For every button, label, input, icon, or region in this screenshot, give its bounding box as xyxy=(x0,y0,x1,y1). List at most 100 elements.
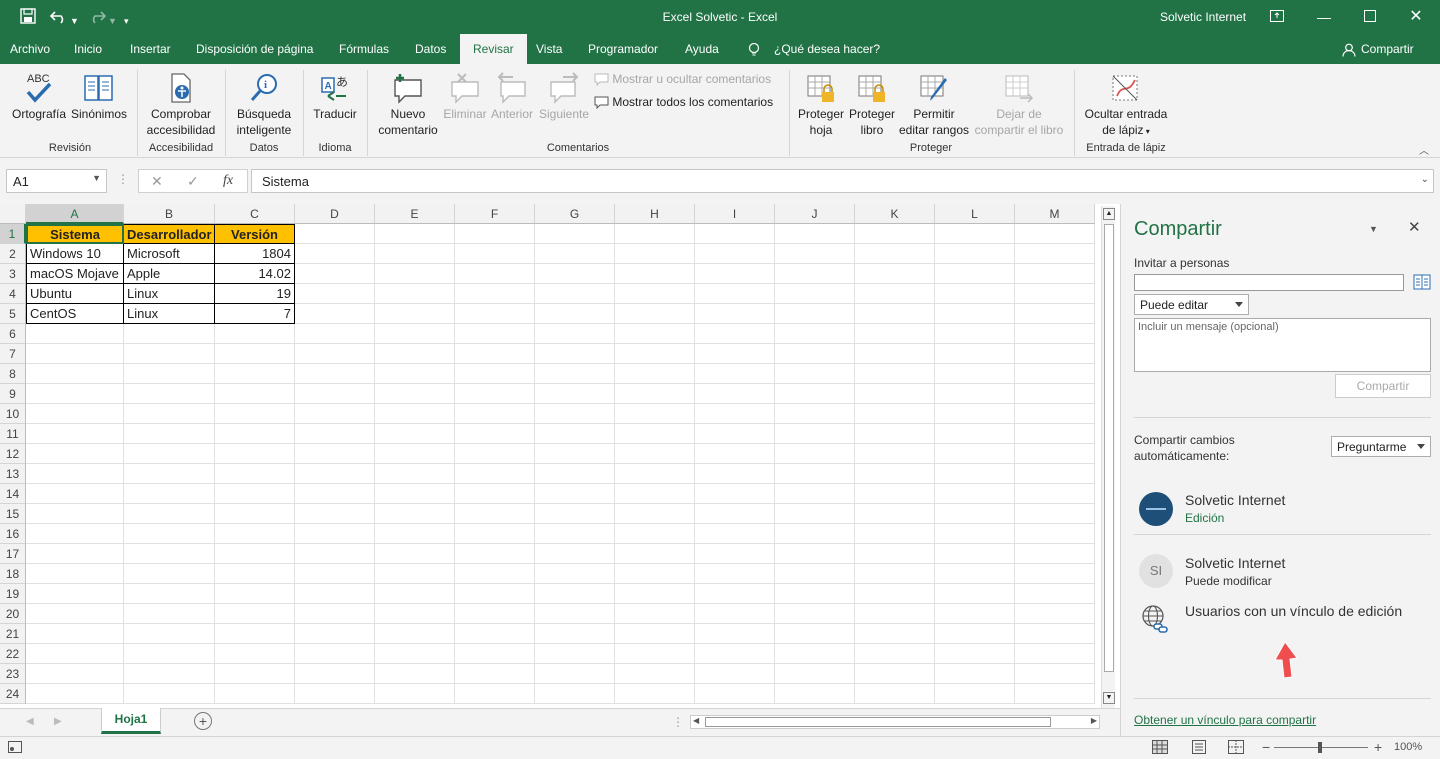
cell[interactable] xyxy=(295,624,375,644)
cell[interactable] xyxy=(375,544,455,564)
cell[interactable] xyxy=(215,344,295,364)
cell[interactable] xyxy=(455,604,535,624)
cell[interactable]: macOS Mojave xyxy=(26,264,124,284)
cell[interactable] xyxy=(215,684,295,704)
delete-comment-button[interactable]: Eliminar xyxy=(442,72,488,122)
cell[interactable] xyxy=(855,304,935,324)
cell[interactable] xyxy=(375,584,455,604)
cell[interactable] xyxy=(295,684,375,704)
tab-split-icon[interactable]: ⋮ xyxy=(672,715,684,729)
cell[interactable] xyxy=(935,544,1015,564)
row-header[interactable]: 11 xyxy=(0,424,26,444)
cell[interactable] xyxy=(935,324,1015,344)
cell[interactable]: Microsoft xyxy=(124,244,215,264)
tab-archivo[interactable]: Archivo xyxy=(10,34,50,64)
cell[interactable] xyxy=(855,684,935,704)
cell[interactable] xyxy=(535,284,615,304)
cell[interactable] xyxy=(215,484,295,504)
cell[interactable]: 14.02 xyxy=(215,264,295,284)
column-header[interactable]: D xyxy=(295,204,375,224)
cell[interactable] xyxy=(695,304,775,324)
cell[interactable] xyxy=(1015,284,1095,304)
cell[interactable] xyxy=(375,284,455,304)
cell[interactable] xyxy=(775,584,855,604)
cell[interactable] xyxy=(695,504,775,524)
tab-vista[interactable]: Vista xyxy=(536,34,562,64)
owner-name[interactable]: Solvetic Internet xyxy=(1185,492,1285,508)
next-comment-button[interactable]: Siguiente xyxy=(536,72,592,122)
cell[interactable] xyxy=(215,504,295,524)
protect-sheet-button[interactable]: Proteger hoja xyxy=(794,72,848,138)
column-header[interactable]: B xyxy=(124,204,215,224)
cell[interactable] xyxy=(535,664,615,684)
cell[interactable] xyxy=(695,244,775,264)
cell[interactable] xyxy=(775,684,855,704)
tab-disposicion[interactable]: Disposición de página xyxy=(196,34,313,64)
cell[interactable] xyxy=(375,564,455,584)
cancel-entry-icon[interactable]: ✕ xyxy=(151,173,163,190)
column-header[interactable]: C xyxy=(215,204,295,224)
cell[interactable] xyxy=(535,224,615,244)
cell[interactable] xyxy=(1015,324,1095,344)
cell[interactable] xyxy=(455,404,535,424)
cell[interactable] xyxy=(124,504,215,524)
cell[interactable] xyxy=(535,684,615,704)
cell[interactable] xyxy=(375,664,455,684)
confirm-entry-icon[interactable]: ✓ xyxy=(187,173,199,190)
cell[interactable] xyxy=(215,384,295,404)
cell[interactable] xyxy=(455,304,535,324)
cell[interactable] xyxy=(615,244,695,264)
cell[interactable] xyxy=(935,344,1015,364)
cell[interactable] xyxy=(26,324,124,344)
cell[interactable] xyxy=(124,684,215,704)
cell[interactable] xyxy=(615,644,695,664)
cell[interactable] xyxy=(855,264,935,284)
name-box[interactable]: A1 ▼ xyxy=(6,169,107,193)
cell[interactable] xyxy=(935,464,1015,484)
cell[interactable] xyxy=(855,424,935,444)
user-name[interactable]: Solvetic Internet xyxy=(1160,10,1246,24)
cell[interactable] xyxy=(1015,364,1095,384)
pane-close-icon[interactable]: ✕ xyxy=(1408,218,1421,236)
column-header[interactable]: L xyxy=(935,204,1015,224)
cell[interactable] xyxy=(775,504,855,524)
macro-record-icon[interactable] xyxy=(8,741,22,756)
cell[interactable] xyxy=(375,604,455,624)
tab-revisar[interactable]: Revisar xyxy=(460,34,527,64)
cell[interactable] xyxy=(695,284,775,304)
cell[interactable] xyxy=(615,464,695,484)
cell[interactable] xyxy=(615,524,695,544)
new-comment-button[interactable]: Nuevo comentario xyxy=(372,72,444,138)
cell[interactable] xyxy=(535,264,615,284)
cell[interactable] xyxy=(855,664,935,684)
cell[interactable] xyxy=(855,364,935,384)
cell[interactable] xyxy=(1015,464,1095,484)
cell[interactable] xyxy=(935,404,1015,424)
cell[interactable] xyxy=(26,624,124,644)
cell[interactable] xyxy=(855,244,935,264)
cell[interactable] xyxy=(535,464,615,484)
cell[interactable] xyxy=(695,524,775,544)
cell[interactable] xyxy=(455,664,535,684)
cell[interactable]: CentOS xyxy=(26,304,124,324)
cell[interactable] xyxy=(935,424,1015,444)
cell[interactable] xyxy=(935,584,1015,604)
row-header[interactable]: 18 xyxy=(0,564,26,584)
column-header[interactable]: F xyxy=(455,204,535,224)
cell[interactable] xyxy=(295,664,375,684)
cell[interactable] xyxy=(775,624,855,644)
row-header[interactable]: 22 xyxy=(0,644,26,664)
cell[interactable] xyxy=(855,224,935,244)
ribbon-display-icon[interactable] xyxy=(1257,6,1297,28)
column-header[interactable]: J xyxy=(775,204,855,224)
cell[interactable] xyxy=(215,324,295,344)
cell[interactable] xyxy=(26,364,124,384)
cell[interactable] xyxy=(1015,524,1095,544)
cell[interactable] xyxy=(615,344,695,364)
row-header[interactable]: 17 xyxy=(0,544,26,564)
cell[interactable] xyxy=(455,264,535,284)
cell[interactable] xyxy=(124,324,215,344)
cell[interactable] xyxy=(455,684,535,704)
cell[interactable] xyxy=(124,664,215,684)
name-box-dropdown-icon[interactable]: ▼ xyxy=(92,173,101,183)
